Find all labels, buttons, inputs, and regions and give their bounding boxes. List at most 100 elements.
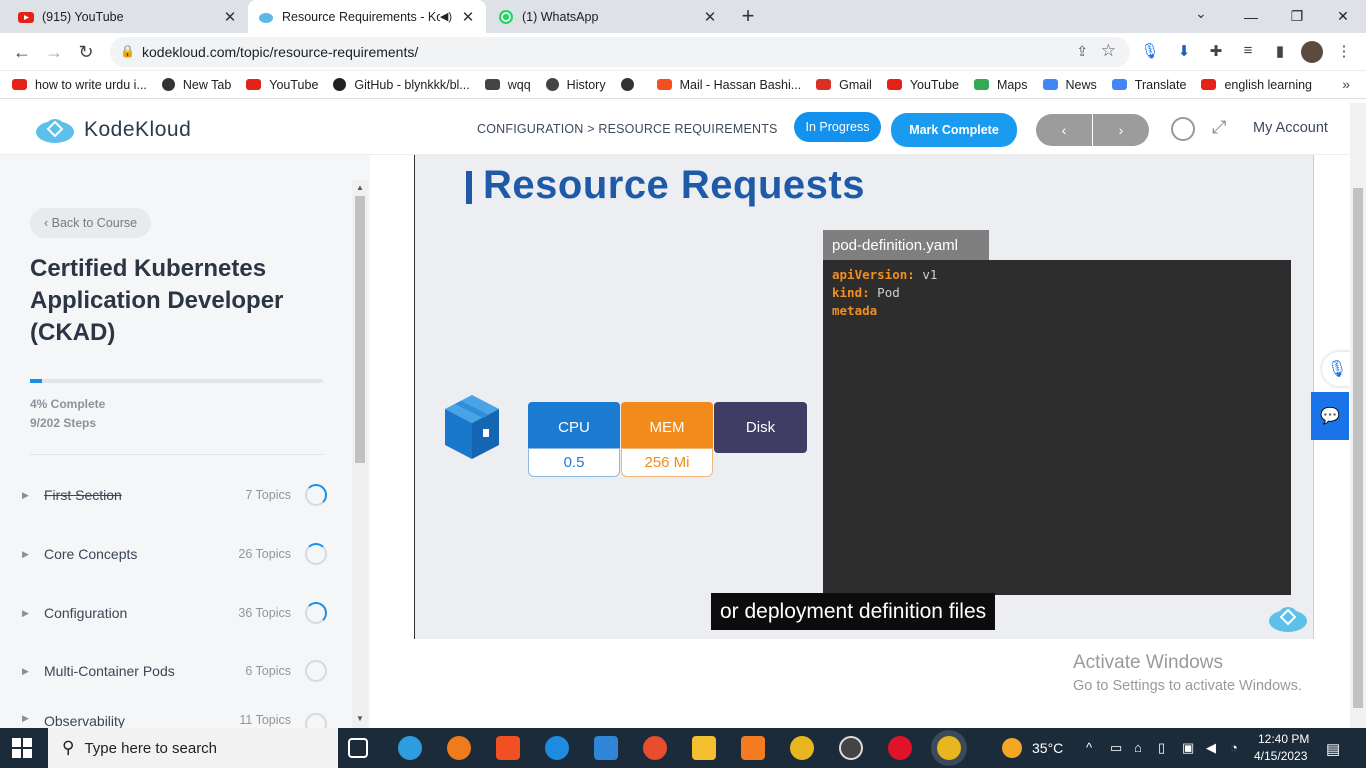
- menu-icon[interactable]: ⋮: [1334, 42, 1354, 62]
- dark-mode-icon[interactable]: [1171, 117, 1195, 141]
- clock-date[interactable]: 4/15/2023: [1254, 749, 1307, 763]
- section-core-concepts[interactable]: ▶ Core Concepts 26 Topics: [22, 539, 327, 569]
- new-tab-icon[interactable]: +: [735, 4, 761, 30]
- bookmark-item[interactable]: Maps: [973, 78, 1028, 92]
- tab-whatsapp[interactable]: (1) WhatsApp ✕: [488, 0, 728, 33]
- clock-time[interactable]: 12:40 PM: [1258, 732, 1309, 746]
- battery-icon[interactable]: ▭: [1110, 740, 1122, 756]
- fullscreen-icon[interactable]: ⤢: [1212, 117, 1226, 138]
- forward-icon[interactable]: →: [42, 40, 66, 64]
- network-icon[interactable]: ⌂: [1134, 740, 1142, 755]
- back-to-course-button[interactable]: ‹ Back to Course: [30, 208, 152, 238]
- bookmark-item[interactable]: wqq: [484, 78, 531, 92]
- wifi-icon[interactable]: ◔: [1230, 740, 1238, 755]
- voice-input-icon[interactable]: 🎙: [1322, 352, 1352, 386]
- volume-icon[interactable]: ◀: [1206, 740, 1216, 756]
- video-player[interactable]: Resource Requests CPU 0.5 MEM 256 Mi Dis…: [414, 155, 1314, 639]
- opera-icon[interactable]: [888, 736, 912, 760]
- display-icon[interactable]: ▣: [1182, 740, 1194, 756]
- store-icon[interactable]: [496, 736, 520, 760]
- notifications-icon[interactable]: ▤: [1326, 740, 1340, 758]
- expand-triangle-icon[interactable]: ▶: [22, 490, 34, 501]
- close-tab-icon[interactable]: ✕: [460, 8, 476, 26]
- chrome-icon[interactable]: [790, 736, 814, 760]
- lock-icon[interactable]: 🔒: [120, 44, 135, 58]
- weather-icon[interactable]: [1002, 738, 1022, 758]
- restore-icon[interactable]: ❐: [1274, 0, 1320, 33]
- bookmark-item[interactable]: History: [545, 78, 606, 92]
- extensions-icon[interactable]: ✚: [1206, 42, 1226, 62]
- kodekloud-logo[interactable]: KodeKloud: [34, 116, 191, 144]
- back-icon[interactable]: ←: [10, 40, 34, 64]
- mark-complete-button[interactable]: Mark Complete: [891, 113, 1017, 147]
- my-account-link[interactable]: My Account: [1253, 120, 1328, 136]
- bookmark-item[interactable]: Mail - Hassan Bashi...: [656, 78, 801, 92]
- edge-icon[interactable]: [398, 736, 422, 760]
- side-panel-icon[interactable]: ▮: [1270, 42, 1290, 62]
- bookmark-item[interactable]: how to write urdu i...: [12, 78, 147, 92]
- obs-icon[interactable]: [839, 736, 863, 760]
- taskbar-search-input[interactable]: ⚲ Type here to search: [48, 728, 338, 768]
- bookmark-item[interactable]: english learning: [1201, 78, 1312, 92]
- mail-icon[interactable]: [594, 736, 618, 760]
- speaker-icon[interactable]: ◀): [440, 10, 452, 23]
- chat-icon[interactable]: 💬: [1311, 392, 1349, 440]
- bookmark-item[interactable]: [620, 78, 642, 91]
- scroll-down-icon[interactable]: ▼: [356, 714, 364, 723]
- progress-ring-icon: [305, 713, 327, 728]
- bookmark-item[interactable]: New Tab: [161, 78, 231, 92]
- section-configuration[interactable]: ▶ Configuration 36 Topics: [22, 598, 327, 628]
- minimize-icon[interactable]: —: [1228, 0, 1274, 33]
- youtube-icon: [1201, 79, 1217, 90]
- windows-start-icon[interactable]: [12, 738, 32, 758]
- pod-cube-icon: [445, 395, 499, 459]
- settings-app-icon[interactable]: [741, 736, 765, 760]
- chrome-active-icon[interactable]: [937, 736, 961, 760]
- gmail-icon: [816, 79, 832, 90]
- app-icon[interactable]: [643, 736, 667, 760]
- breadcrumb[interactable]: CONFIGURATION > RESOURCE REQUIREMENTS: [477, 122, 778, 136]
- task-view-icon[interactable]: [348, 738, 368, 758]
- close-window-icon[interactable]: ✕: [1320, 0, 1366, 33]
- expand-triangle-icon[interactable]: ▶: [22, 549, 34, 560]
- bookmark-item[interactable]: YouTube: [886, 78, 959, 92]
- temperature[interactable]: 35°C: [1032, 740, 1063, 756]
- close-tab-icon[interactable]: ✕: [222, 8, 238, 26]
- section-observability[interactable]: ▶ Observability 11 Topics: [22, 713, 327, 728]
- file-explorer-icon[interactable]: [692, 736, 716, 760]
- profile-avatar[interactable]: [1301, 41, 1323, 63]
- share-icon[interactable]: ⇪: [1076, 43, 1088, 60]
- tab-kodekloud[interactable]: Resource Requirements - Ko ◀) ✕: [248, 0, 486, 33]
- reload-icon[interactable]: ↻: [74, 40, 98, 64]
- expand-triangle-icon[interactable]: ▶: [22, 713, 34, 724]
- previous-lesson-button[interactable]: ‹: [1036, 114, 1092, 146]
- bookmark-item[interactable]: News: [1042, 78, 1097, 92]
- section-multi-container-pods[interactable]: ▶ Multi-Container Pods 6 Topics: [22, 656, 327, 686]
- firefox-icon[interactable]: [447, 736, 471, 760]
- bookmark-item[interactable]: YouTube: [246, 78, 318, 92]
- expand-triangle-icon[interactable]: ▶: [22, 666, 34, 677]
- show-hidden-icons-icon[interactable]: ^: [1086, 740, 1092, 755]
- expand-triangle-icon[interactable]: ▶: [22, 608, 34, 619]
- close-tab-icon[interactable]: ✕: [702, 8, 718, 26]
- next-lesson-button[interactable]: ›: [1093, 114, 1149, 146]
- sidebar-scrollbar-thumb[interactable]: [355, 196, 365, 463]
- bookmark-item[interactable]: GitHub - blynkkk/bl...: [333, 78, 470, 92]
- device-icon[interactable]: ▯: [1158, 740, 1165, 756]
- page-scrollbar-thumb[interactable]: [1353, 188, 1363, 708]
- in-progress-badge: In Progress: [794, 112, 881, 142]
- tab-youtube[interactable]: (915) YouTube ✕: [8, 0, 248, 33]
- bookmark-star-icon[interactable]: ☆: [1101, 41, 1116, 61]
- reading-list-icon[interactable]: ≡: [1238, 42, 1258, 62]
- section-first-section[interactable]: ▶ First Section 7 Topics: [22, 480, 327, 510]
- bookmark-item[interactable]: Gmail: [816, 78, 872, 92]
- tab-search-icon[interactable]: ⌄: [1195, 5, 1207, 22]
- download-extension-icon[interactable]: ⬇: [1174, 42, 1194, 62]
- scroll-up-icon[interactable]: ▲: [356, 183, 364, 192]
- progress-ring-icon: [305, 602, 327, 624]
- bookmark-item[interactable]: Translate: [1111, 78, 1186, 92]
- more-bookmarks-icon[interactable]: »: [1342, 76, 1350, 92]
- microphone-extension-icon[interactable]: 🎙: [1140, 42, 1160, 62]
- skype-icon[interactable]: [545, 736, 569, 760]
- address-bar[interactable]: 🔒 kodekloud.com/topic/resource-requireme…: [110, 37, 1130, 67]
